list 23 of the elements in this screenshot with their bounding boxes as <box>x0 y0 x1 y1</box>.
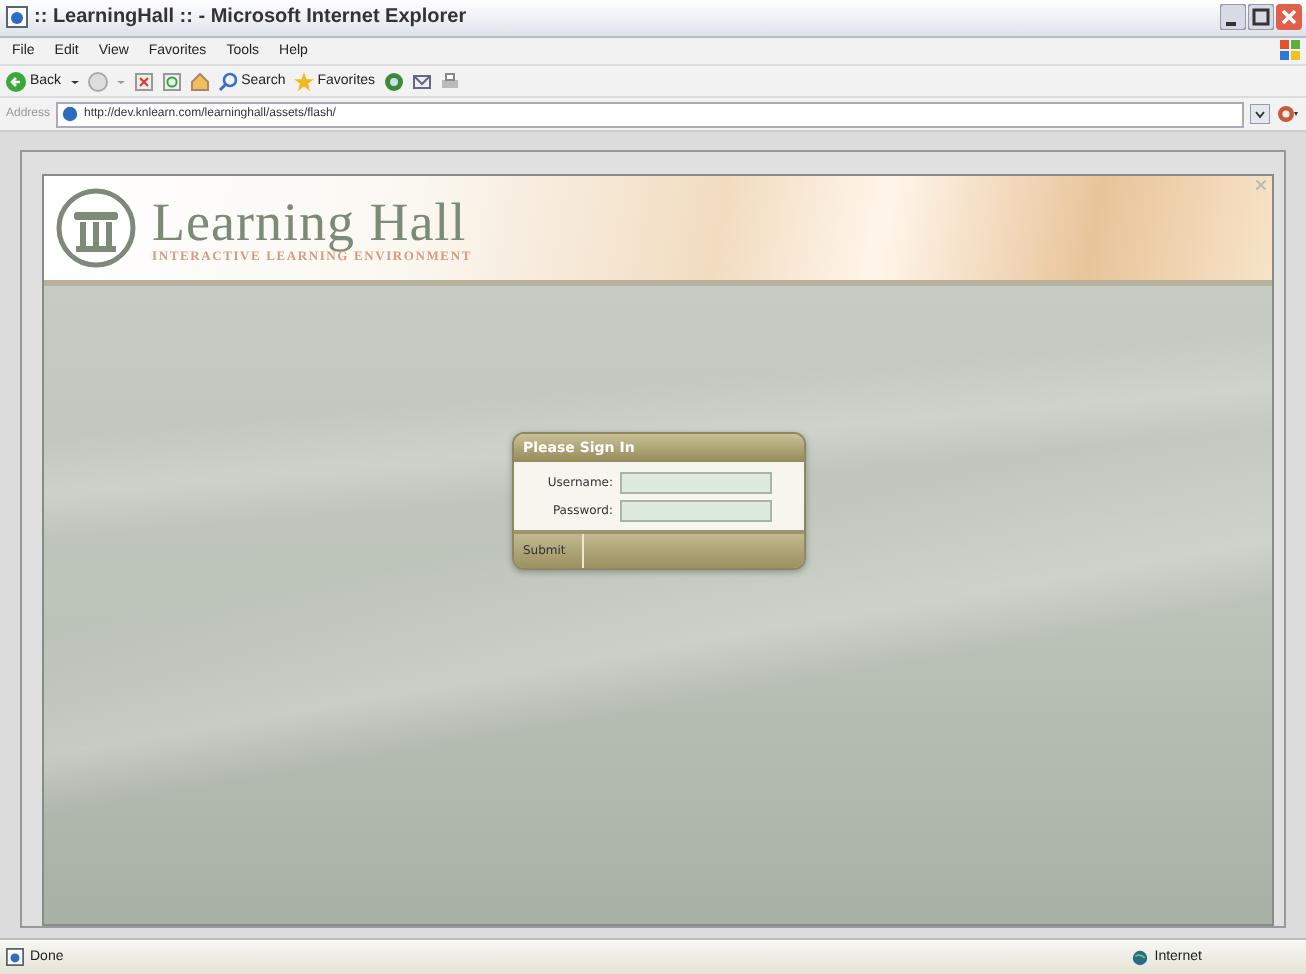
back-arrow-icon <box>6 71 26 92</box>
globe-icon <box>1132 949 1149 966</box>
minimize-button[interactable] <box>1220 4 1246 31</box>
mail-button[interactable] <box>411 71 432 92</box>
input-field[interactable] <box>619 500 771 523</box>
maximize-button[interactable] <box>1248 4 1274 31</box>
star-icon <box>293 71 314 92</box>
print-button[interactable] <box>439 71 460 92</box>
windows-flag-icon <box>1278 37 1302 62</box>
window-title: :: LearningHall :: - Microsoft Internet Explorer <box>34 6 469 29</box>
dropdown-arrow-icon[interactable] <box>1250 104 1270 125</box>
input-field[interactable] <box>619 472 771 495</box>
page-icon <box>6 6 28 29</box>
app-title: Learning Hall <box>152 193 467 250</box>
home-button[interactable] <box>189 71 210 92</box>
close-button[interactable] <box>1276 4 1302 31</box>
column-logo-icon <box>56 188 136 269</box>
forward-button[interactable] <box>87 71 108 92</box>
page-icon <box>62 106 79 123</box>
search-icon <box>217 71 238 92</box>
page-icon <box>6 948 24 967</box>
refresh-button[interactable] <box>161 71 182 92</box>
stop-button[interactable] <box>133 71 154 92</box>
